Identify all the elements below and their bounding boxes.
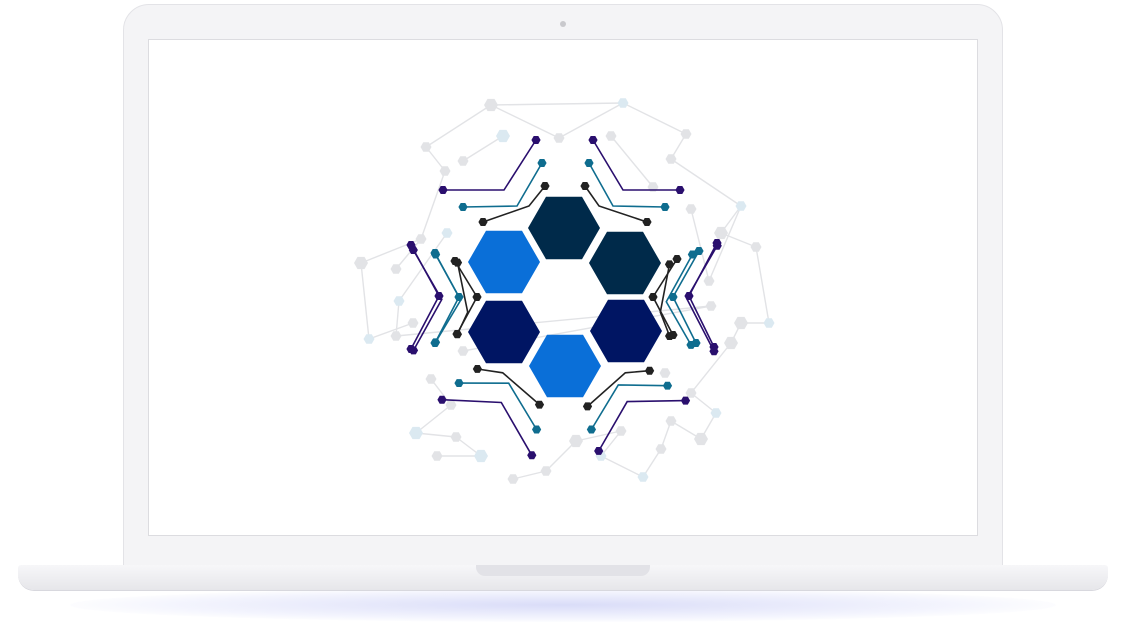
circuit-lines xyxy=(406,136,722,460)
circuit-node xyxy=(527,451,537,460)
network-link xyxy=(622,102,687,135)
circuit-node xyxy=(645,366,655,375)
hexagon-top xyxy=(528,196,600,260)
laptop-shadow xyxy=(70,588,1056,622)
network-node xyxy=(714,226,728,240)
circuit-node xyxy=(680,396,691,405)
network-link xyxy=(670,158,742,207)
network-node xyxy=(659,368,671,378)
network-link xyxy=(490,102,624,106)
hexagon-lower-left xyxy=(468,300,540,364)
circuit-node xyxy=(648,293,658,301)
network-node xyxy=(457,346,469,356)
circuit-node xyxy=(472,293,482,301)
network-link xyxy=(512,470,547,480)
circuit-node xyxy=(454,293,464,301)
circuit-node xyxy=(584,159,594,167)
hexagon-network-graphic xyxy=(354,98,775,484)
network-node xyxy=(750,242,762,252)
circuit-node xyxy=(454,379,464,387)
network-node xyxy=(415,234,427,244)
network-node xyxy=(354,256,368,270)
network-link xyxy=(425,104,492,148)
network-node xyxy=(496,129,510,143)
network-node xyxy=(705,301,717,311)
network-node xyxy=(694,432,708,446)
hexagon-bottom xyxy=(529,334,601,398)
network-node xyxy=(734,316,748,330)
network-node xyxy=(507,474,519,484)
circuit-trace xyxy=(584,185,648,223)
circuit-node xyxy=(458,203,468,211)
central-hexagon-ring xyxy=(468,196,662,398)
network-node xyxy=(724,336,738,350)
circuit-node xyxy=(531,136,541,144)
circuit-node xyxy=(472,365,482,373)
network-node xyxy=(680,129,692,139)
camera-icon xyxy=(560,21,566,27)
circuit-trace xyxy=(443,139,537,191)
network-node xyxy=(457,156,469,166)
network-node xyxy=(605,131,617,141)
network-link xyxy=(462,135,504,162)
network-node xyxy=(439,166,451,176)
network-link xyxy=(415,404,452,434)
network-link xyxy=(600,455,644,478)
circuit-trace xyxy=(441,398,533,456)
circuit-trace xyxy=(590,384,668,430)
network-node xyxy=(420,142,432,152)
network-node xyxy=(637,472,649,482)
network-node xyxy=(431,451,443,461)
circuit-node xyxy=(642,218,652,226)
circuit-node xyxy=(675,186,685,194)
network-node xyxy=(393,296,405,306)
network-link xyxy=(395,300,400,337)
network-link xyxy=(690,208,710,282)
hexagon-upper-right xyxy=(589,231,661,295)
circuit-node xyxy=(660,203,670,211)
laptop-screen xyxy=(148,39,978,536)
network-link xyxy=(545,440,577,472)
circuit-node xyxy=(532,425,542,434)
circuit-node xyxy=(537,159,547,167)
circuit-trace xyxy=(592,139,680,191)
background-network xyxy=(354,98,775,484)
circuit-node xyxy=(478,218,488,226)
network-node xyxy=(615,426,627,436)
network-node xyxy=(665,416,677,426)
network-node xyxy=(363,334,375,344)
network-link xyxy=(360,262,370,340)
circuit-trace xyxy=(477,368,541,406)
network-node xyxy=(390,264,402,274)
trackpad-notch xyxy=(476,565,650,576)
circuit-node xyxy=(684,292,694,300)
network-node xyxy=(407,318,419,328)
network-node xyxy=(617,98,629,108)
circuit-node xyxy=(580,182,590,190)
network-link xyxy=(420,170,446,240)
laptop-base xyxy=(18,565,1108,590)
hexagon-upper-left xyxy=(468,230,540,294)
network-node xyxy=(441,228,453,238)
network-node xyxy=(484,98,498,112)
network-node xyxy=(763,318,775,328)
network-node xyxy=(703,276,715,286)
network-node xyxy=(685,204,697,214)
circuit-node xyxy=(672,255,682,263)
network-node xyxy=(390,331,402,341)
circuit-trace xyxy=(458,382,538,430)
network-node xyxy=(425,374,437,384)
network-node xyxy=(553,133,565,143)
circuit-trace xyxy=(462,162,543,208)
circuit-node xyxy=(586,425,596,434)
circuit-node xyxy=(662,381,673,390)
circuit-node xyxy=(588,136,598,144)
hexagon-lower-right xyxy=(590,299,662,363)
network-link xyxy=(755,246,770,324)
network-node xyxy=(655,444,667,454)
